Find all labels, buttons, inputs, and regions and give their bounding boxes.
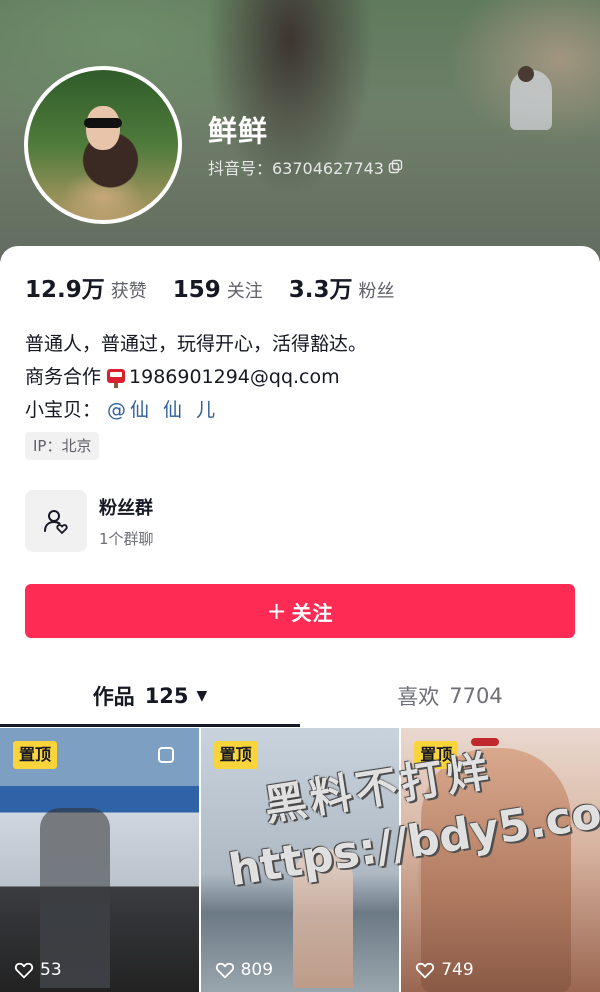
video-likes: 53 (14, 960, 62, 980)
bio-line-2: 商务合作 1986901294@qq.com (25, 361, 367, 394)
stat-following-value: 159 (172, 277, 221, 303)
content-tabs: 作品 125 ▼ 喜欢 7704 (0, 668, 600, 727)
avatar-face (86, 106, 120, 150)
video-likes-count: 749 (441, 960, 474, 980)
stat-followers-label: 粉丝 (358, 281, 395, 302)
multi-image-icon (157, 746, 177, 766)
heart-icon (14, 962, 34, 979)
mailbox-icon (105, 367, 127, 389)
banner-background-person-head (518, 66, 534, 82)
caret-down-icon[interactable]: ▼ (197, 688, 208, 704)
stat-followers[interactable]: 3.3万 粉丝 (289, 270, 395, 304)
stat-likes-label: 获赞 (110, 281, 147, 302)
pinned-badge: 置顶 (213, 741, 258, 769)
bio-business-label: 商务合作 (25, 366, 102, 388)
bio: 普通人，普通过，玩得开心，活得豁达。 商务合作 1986901294@qq.co… (25, 328, 367, 427)
plus-icon: + (266, 597, 288, 625)
tab-works-label: 作品 (92, 685, 135, 709)
thumbnail-detail (471, 738, 500, 746)
video-likes-count: 809 (240, 960, 274, 980)
copy-icon[interactable] (388, 159, 404, 175)
bio-email: 1986901294@qq.com (129, 366, 340, 388)
fan-group-icon (25, 490, 87, 552)
fan-group-texts: 粉丝群 1个群聊 (99, 494, 154, 549)
douyin-id: 抖音号：63704627743 (208, 155, 404, 179)
stats-row: 12.9万 获赞 159 关注 3.3万 粉丝 (25, 270, 421, 304)
pinned-badge: 置顶 (414, 741, 459, 769)
tab-likes-label: 喜欢 (397, 685, 440, 709)
stat-likes-value: 12.9万 (25, 277, 105, 303)
bio-mention-label: 小宝贝： (25, 399, 102, 421)
video-thumbnail[interactable]: 置顶 809 (200, 728, 400, 992)
video-likes-count: 53 (40, 960, 62, 980)
stat-following[interactable]: 159 关注 (173, 277, 263, 303)
tab-works[interactable]: 作品 125 ▼ (0, 668, 300, 724)
heart-icon (215, 962, 234, 979)
video-grid: 置顶 53 置顶 809 置顶 749 (0, 728, 600, 992)
fan-group-title: 粉丝群 (99, 497, 153, 519)
username: 鲜鲜 (208, 114, 269, 148)
bio-line-1: 普通人，普通过，玩得开心，活得豁达。 (25, 333, 368, 355)
douyin-id-text: 抖音号：63704627743 (208, 159, 384, 178)
heart-icon (416, 962, 435, 979)
thumbnail-figure (421, 748, 572, 992)
bio-line-3: 小宝贝： @仙 仙 儿 (25, 394, 367, 427)
active-tab-indicator (0, 724, 300, 727)
banner-background-person (510, 70, 552, 130)
avatar-sunglasses (84, 118, 122, 128)
mention-link[interactable]: @仙 仙 儿 (107, 394, 219, 427)
fan-group-subtitle: 1个群聊 (99, 529, 154, 548)
stat-following-label: 关注 (226, 281, 263, 302)
video-likes: 809 (215, 960, 273, 980)
follow-button-label: 关注 (291, 600, 334, 625)
tab-likes-count: 7704 (449, 684, 503, 708)
avatar[interactable] (24, 66, 182, 224)
thumbnail-figure (292, 848, 353, 988)
stat-followers-value: 3.3万 (288, 277, 353, 303)
ip-location-tag: IP：北京 (25, 432, 100, 460)
tab-works-count: 125 (144, 684, 189, 708)
tab-likes[interactable]: 喜欢 7704 (300, 668, 600, 724)
video-thumbnail[interactable]: 置顶 53 (0, 728, 199, 992)
video-thumbnail[interactable]: 置顶 749 (401, 728, 600, 992)
follow-button[interactable]: + 关注 (25, 584, 575, 638)
fan-group-entry[interactable]: 粉丝群 1个群聊 (25, 490, 154, 552)
stat-likes[interactable]: 12.9万 获赞 (25, 270, 147, 304)
pinned-badge: 置顶 (13, 741, 58, 769)
video-likes: 749 (415, 960, 474, 980)
